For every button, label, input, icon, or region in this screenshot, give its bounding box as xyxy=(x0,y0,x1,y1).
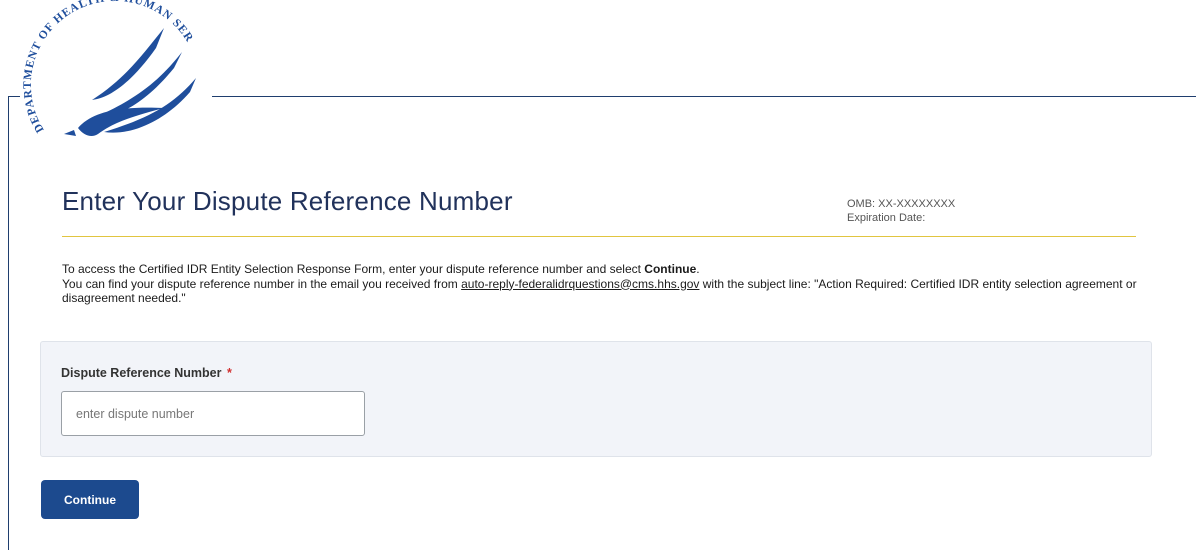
dispute-number-label: Dispute Reference Number * xyxy=(61,366,232,380)
page-title: Enter Your Dispute Reference Number xyxy=(62,186,513,216)
instructions-period: . xyxy=(696,262,700,276)
frame-left-border xyxy=(8,97,9,550)
required-marker: * xyxy=(226,366,232,380)
dispute-form-card: Dispute Reference Number * xyxy=(40,341,1152,457)
omb-info: OMB: XX-XXXXXXXX Expiration Date: xyxy=(847,197,955,225)
dispute-number-label-text: Dispute Reference Number xyxy=(61,366,222,380)
support-email-link[interactable]: auto-reply-federalidrquestions@cms.hhs.g… xyxy=(461,277,699,291)
instructions-text: To access the Certified IDR Entity Selec… xyxy=(62,262,645,276)
hhs-eagle-seal-icon: DEPARTMENT OF HEALTH & HUMAN SERVICES·US… xyxy=(9,0,214,170)
title-divider xyxy=(62,236,1136,237)
instructions-line-1: To access the Certified IDR Entity Selec… xyxy=(62,262,1142,277)
instructions-continue-emphasis: Continue xyxy=(644,262,697,276)
dispute-number-input[interactable] xyxy=(61,391,365,436)
expiration-date-label: Expiration Date: xyxy=(847,212,926,224)
frame-top-border-right xyxy=(212,96,1196,97)
continue-button[interactable]: Continue xyxy=(41,480,139,519)
instructions-line-2: You can find your dispute reference numb… xyxy=(62,277,1142,306)
omb-number: OMB: XX-XXXXXXXX xyxy=(847,198,956,210)
instructions: To access the Certified IDR Entity Selec… xyxy=(62,262,1142,306)
instructions-email-intro: You can find your dispute reference numb… xyxy=(62,276,462,291)
